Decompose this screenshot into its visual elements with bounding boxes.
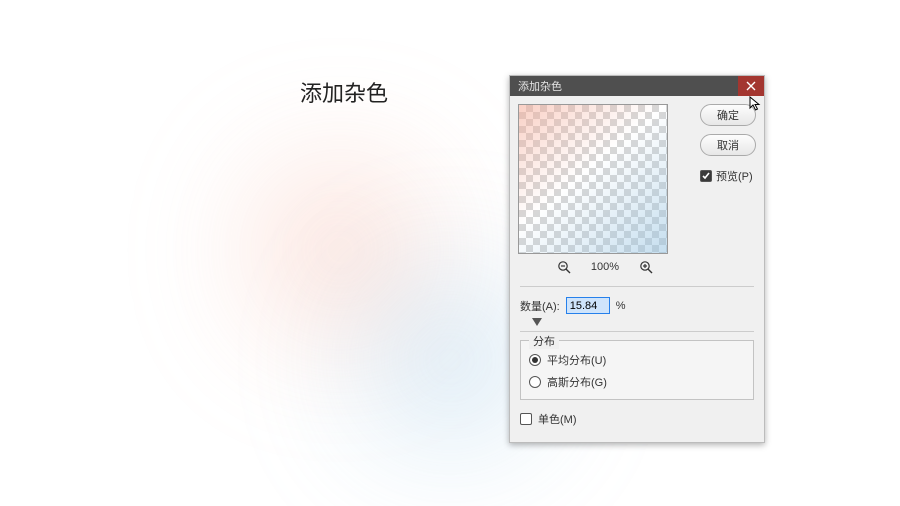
zoom-in-icon xyxy=(639,260,653,274)
zoom-out-icon xyxy=(557,260,571,274)
amount-unit: % xyxy=(616,300,626,312)
noise-preview[interactable] xyxy=(518,104,668,254)
zoom-out-button[interactable] xyxy=(557,260,571,274)
page-title: 添加杂色 xyxy=(300,76,388,108)
monochrome-checkbox[interactable] xyxy=(520,413,532,425)
check-icon xyxy=(701,171,711,181)
close-button[interactable] xyxy=(738,76,764,96)
cancel-button[interactable]: 取消 xyxy=(700,134,756,156)
close-icon xyxy=(746,81,756,91)
uniform-radio[interactable] xyxy=(529,354,541,366)
monochrome-checkbox-label: 单色(M) xyxy=(538,411,577,427)
zoom-level: 100% xyxy=(591,261,619,273)
uniform-radio-label: 平均分布(U) xyxy=(547,352,606,368)
ok-button[interactable]: 确定 xyxy=(700,104,756,126)
dialog-title: 添加杂色 xyxy=(518,78,562,94)
preview-checkbox[interactable] xyxy=(700,170,712,182)
amount-input[interactable] xyxy=(566,297,610,314)
dialog-titlebar[interactable]: 添加杂色 xyxy=(510,76,764,96)
amount-slider[interactable] xyxy=(520,316,754,332)
add-noise-dialog: 添加杂色 100% 确定 取消 预览 xyxy=(509,75,765,443)
gaussian-radio-label: 高斯分布(G) xyxy=(547,374,607,390)
gaussian-radio[interactable] xyxy=(529,376,541,388)
preview-checkbox-label: 预览(P) xyxy=(716,168,753,184)
zoom-in-button[interactable] xyxy=(639,260,653,274)
slider-thumb[interactable] xyxy=(532,318,542,326)
distribution-fieldset: 分布 平均分布(U) 高斯分布(G) xyxy=(520,340,754,400)
amount-label: 数量(A): xyxy=(520,298,560,314)
distribution-legend: 分布 xyxy=(529,333,559,349)
